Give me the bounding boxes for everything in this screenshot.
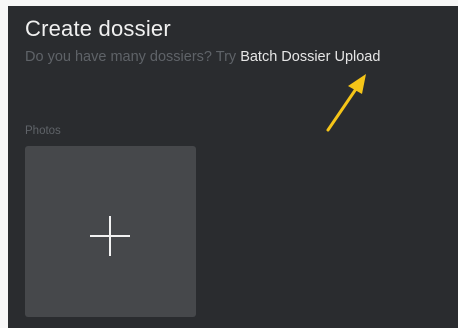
annotation-arrow-icon (326, 74, 366, 132)
subtitle-text: Do you have many dossiers? Try (25, 49, 241, 65)
plus-icon (90, 216, 130, 256)
add-photo-button[interactable] (25, 146, 196, 317)
page-subtitle: Do you have many dossiers? Try Batch Dos… (25, 49, 380, 65)
photos-label: Photos (25, 125, 61, 137)
create-dossier-panel: Create dossier Do you have many dossiers… (8, 6, 458, 328)
page-title: Create dossier (25, 16, 171, 41)
batch-dossier-upload-link[interactable]: Batch Dossier Upload (240, 49, 380, 65)
